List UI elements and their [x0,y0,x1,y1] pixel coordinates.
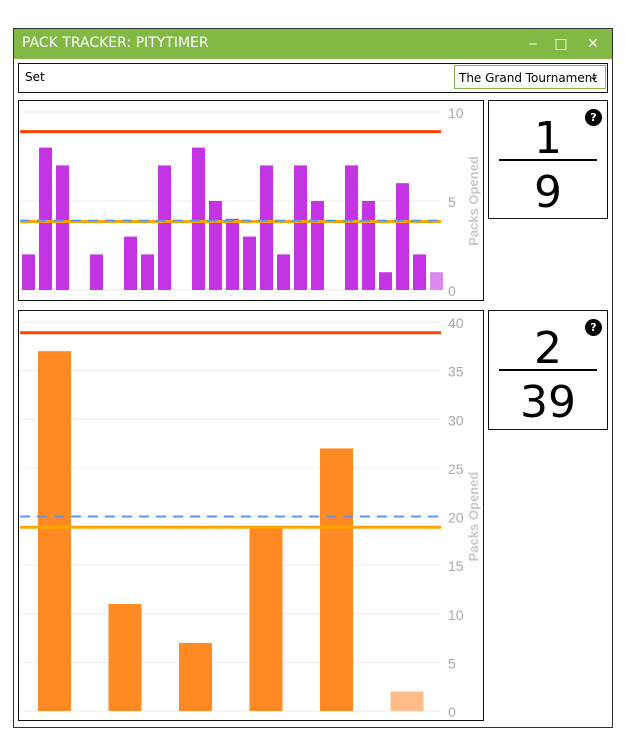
bar [209,201,222,290]
set-label: Set [25,70,45,84]
fraction-numerator: 1 [534,113,562,164]
y-tick-label: 0 [448,283,456,299]
bar [192,147,205,290]
pack-tracker-window: PACK TRACKER: PITYTIMER ‒ □ ✕ Set The Gr… [13,28,613,728]
minimize-icon[interactable]: ‒ [522,33,544,55]
current-bar [430,272,443,290]
bar [226,218,239,290]
set-dropdown[interactable]: The Grand Tournament ⌄ [454,65,606,89]
packs-chart-top: 0 5 10 Packs Opened [18,100,484,301]
bar [38,351,71,711]
pity-fraction-top: ? 1 9 [488,100,608,219]
chart-svg: 0 5 10 15 20 25 30 35 40 Packs Opened [20,315,481,720]
bar [294,165,307,290]
fraction-denominator: 9 [534,167,562,218]
y-axis-label: Packs Opened [466,156,481,246]
bar [124,236,137,290]
y-tick-label: 15 [448,558,464,574]
bar [396,183,409,290]
y-axis-label: Packs Opened [466,472,481,562]
bar [345,165,358,290]
y-tick-label: 40 [448,315,464,331]
bar [39,147,52,290]
y-tick-label: 25 [448,461,464,477]
fraction-numerator: 2 [534,323,562,374]
set-row: Set The Grand Tournament ⌄ [18,63,608,93]
title-bar: PACK TRACKER: PITYTIMER ‒ □ ✕ [14,29,612,59]
fraction-denominator: 39 [520,377,576,428]
packs-chart-bottom: 0 5 10 15 20 25 30 35 40 Packs Opened [18,310,484,721]
chevron-down-icon: ⌄ [588,69,599,83]
y-tick-label: 0 [448,704,456,720]
selected-set: The Grand Tournament [459,71,598,85]
bar [320,448,353,711]
chart-svg: 0 5 10 Packs Opened [20,105,481,299]
bar [56,165,69,290]
bar [22,254,35,290]
bar [243,236,256,290]
bar [277,254,290,290]
bar [158,165,171,290]
bar [141,254,154,290]
y-tick-label: 35 [448,364,464,380]
y-tick-label: 5 [448,655,456,671]
pity-fraction-bottom: ? 2 39 [488,310,608,430]
bar [311,201,324,290]
y-tick-label: 10 [448,105,464,121]
bar [90,254,103,290]
bar [179,642,212,711]
maximize-icon[interactable]: □ [550,33,572,55]
bar [260,165,273,290]
y-tick-label: 5 [448,194,456,210]
current-bar [390,691,424,711]
close-icon[interactable]: ✕ [582,33,604,55]
fraction-line [499,159,597,161]
bar [249,526,283,711]
y-tick-label: 20 [448,510,464,526]
fraction-line [499,369,597,371]
bar [413,254,426,290]
bar [362,201,375,290]
bar [108,604,142,711]
y-tick-label: 10 [448,607,464,623]
window-title: PACK TRACKER: PITYTIMER [22,35,209,51]
bar [379,272,392,290]
y-tick-label: 30 [448,412,464,428]
